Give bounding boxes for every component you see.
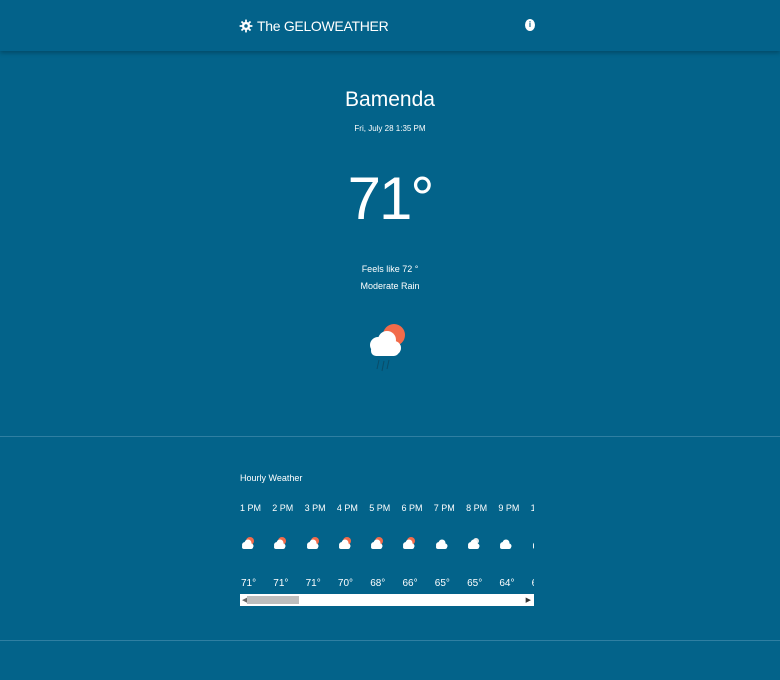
gear-icon <box>239 19 253 33</box>
hourly-item: 2 PM 71° <box>272 496 304 594</box>
hourly-title: Hourly Weather <box>240 473 303 483</box>
hourly-time: 2 PM <box>272 503 294 513</box>
cloud-sun-icon <box>337 536 352 551</box>
info-icon[interactable]: i <box>525 19 535 31</box>
hourly-temp: 70° <box>337 578 354 589</box>
cloud-icon <box>531 536 534 551</box>
cloud-moon-icon <box>466 536 481 551</box>
hourly-time: 3 PM <box>304 503 326 513</box>
city-name: Bamenda <box>345 88 435 111</box>
hourly-item: 8 PM 65° <box>466 496 498 594</box>
horizontal-scrollbar[interactable]: ◀ ▶ <box>240 594 534 606</box>
feels-like: Feels like 72 ° <box>361 264 419 274</box>
hourly-time: 8 PM <box>466 503 488 513</box>
scroll-thumb[interactable] <box>247 596 299 604</box>
hourly-time: 6 PM <box>401 503 423 513</box>
hourly-item: 3 PM 71° <box>305 496 337 594</box>
hourly-temp: 66° <box>402 578 418 589</box>
hourly-item: 6 PM 66° <box>401 496 433 594</box>
hourly-time: 10 PM <box>530 503 534 513</box>
rain-cloud-sun-icon <box>370 324 405 372</box>
hourly-temp: 68° <box>370 578 386 589</box>
hourly-item: 4 PM 70° <box>337 496 369 594</box>
hourly-item: 10 PM 63° <box>531 496 534 594</box>
scroll-right-arrow[interactable]: ▶ <box>526 596 531 604</box>
hourly-temp: 71° <box>273 578 289 589</box>
section-divider <box>0 640 780 641</box>
hourly-item: 9 PM 64° <box>498 496 530 594</box>
weather-condition: Moderate Rain <box>360 281 420 291</box>
hourly-temp: 64° <box>499 578 515 589</box>
current-temperature: 71° <box>347 165 435 232</box>
cloud-icon <box>434 536 449 551</box>
hourly-temp: 71° <box>241 578 257 589</box>
hourly-time: 4 PM <box>336 503 358 513</box>
cloud-sun-icon <box>401 536 416 551</box>
hourly-scroll-container[interactable]: 1 PM 71° 2 PM 71° 3 PM 71° 4 PM 70° 5 PM 68° 6 PM 6… <box>240 496 534 594</box>
cloud-sun-icon <box>369 536 384 551</box>
hourly-row: 1 PM 71° 2 PM 71° 3 PM 71° 4 PM 70° 5 PM 68° 6 PM 6… <box>240 496 534 594</box>
cloud-sun-icon <box>272 536 287 551</box>
hourly-item: 5 PM 68° <box>369 496 401 594</box>
hourly-temp: 63° <box>532 578 534 589</box>
hourly-item: 1 PM 71° <box>240 496 272 594</box>
hourly-temp: 65° <box>467 578 483 589</box>
hourly-time: 1 PM <box>240 503 262 513</box>
app-title: The GELOWEATHER <box>257 18 389 34</box>
hourly-item: 7 PM 65° <box>434 496 466 594</box>
cloud-icon <box>498 536 513 551</box>
top-bar: The GELOWEATHER i <box>0 0 780 51</box>
hourly-time: 7 PM <box>433 503 455 513</box>
section-divider <box>0 436 780 437</box>
hourly-temp: 65° <box>434 578 450 589</box>
cloud-sun-icon <box>305 536 320 551</box>
hourly-temp: 71° <box>305 578 321 589</box>
current-datetime: Fri, July 28 1:35 PM <box>354 124 426 133</box>
hourly-time: 9 PM <box>498 503 520 513</box>
cloud-sun-icon <box>240 536 255 551</box>
brand[interactable]: The GELOWEATHER <box>239 16 389 36</box>
hourly-time: 5 PM <box>369 503 391 513</box>
